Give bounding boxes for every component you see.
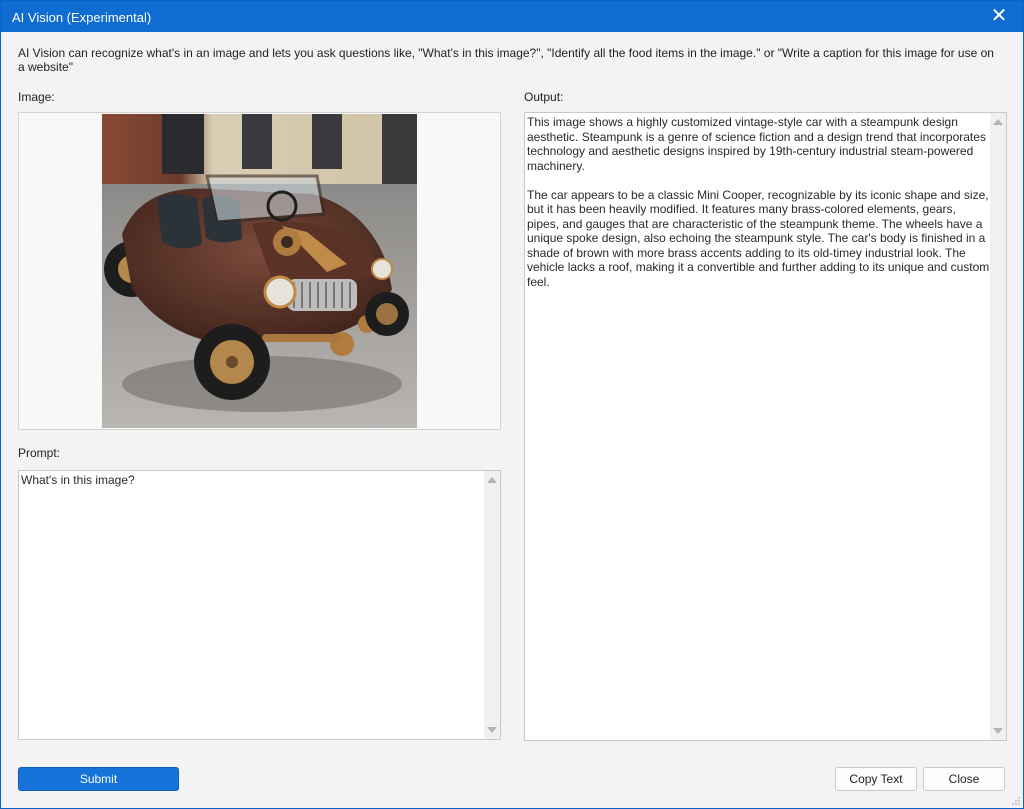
copy-text-button[interactable]: Copy Text: [835, 767, 917, 791]
prompt-label: Prompt:: [18, 446, 61, 460]
title-bar: AI Vision (Experimental) ✕: [1, 1, 1023, 32]
close-button[interactable]: Close: [923, 767, 1005, 791]
output-textbox[interactable]: This image shows a highly customized vin…: [524, 112, 1007, 741]
scroll-down-arrow-icon[interactable]: [993, 728, 1003, 734]
ai-vision-dialog: AI Vision (Experimental) ✕ AI Vision can…: [0, 0, 1024, 809]
resize-grip-icon[interactable]: [1012, 797, 1020, 805]
output-text: This image shows a highly customized vin…: [527, 115, 990, 289]
prompt-scrollbar[interactable]: [484, 471, 500, 739]
image-panel: [18, 112, 501, 430]
submit-button[interactable]: Submit: [18, 767, 179, 791]
scroll-down-arrow-icon[interactable]: [487, 727, 497, 733]
scroll-up-arrow-icon[interactable]: [487, 477, 497, 483]
car-image: [102, 114, 417, 428]
window-title: AI Vision (Experimental): [12, 10, 152, 25]
image-label: Image:: [18, 90, 55, 104]
description-text: AI Vision can recognize what's in an ima…: [18, 46, 994, 74]
close-window-icon[interactable]: ✕: [989, 6, 1009, 26]
output-scrollbar[interactable]: [990, 113, 1006, 740]
prompt-input[interactable]: What's in this image?: [18, 470, 501, 740]
prompt-text[interactable]: What's in this image?: [21, 473, 484, 488]
scroll-up-arrow-icon[interactable]: [993, 119, 1003, 125]
output-label: Output:: [524, 90, 564, 104]
